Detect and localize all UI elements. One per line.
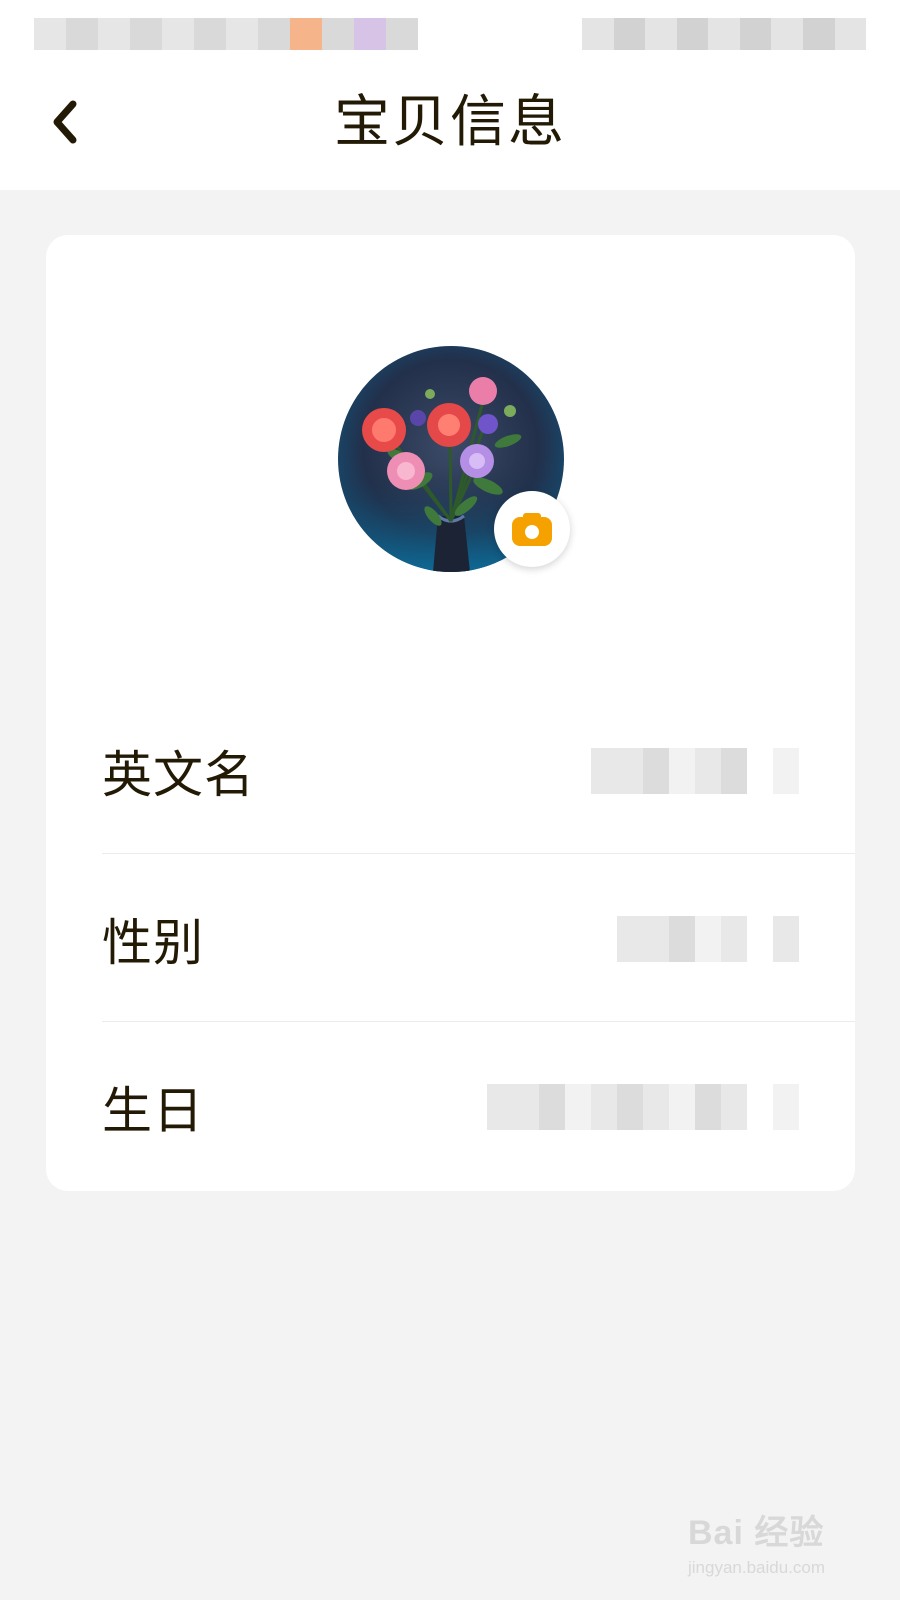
watermark-logo-text: Bai 经验 [688,1514,825,1552]
status-bar [0,0,900,70]
profile-card: 英文名 性别 生日 [46,235,855,1191]
field-row-gender[interactable]: 性别 [102,855,855,1023]
divider [102,1021,855,1022]
field-row-english-name[interactable]: 英文名 [102,687,855,855]
field-label-birthday: 生日 [102,1082,204,1140]
field-value-gender-blurred [617,916,799,962]
nav-bar: 宝贝信息 [0,70,900,190]
avatar-button[interactable] [338,346,570,572]
change-avatar-camera-button[interactable] [494,491,570,567]
field-row-birthday[interactable]: 生日 [102,1023,855,1191]
watermark-url: jingyan.baidu.com [688,1558,826,1577]
status-bar-left-blurred [34,18,434,50]
baidu-jingyan-watermark: Bai 经验 jingyan.baidu.com [688,1505,868,1585]
camera-icon [512,513,552,546]
field-label-english-name: 英文名 [102,746,255,804]
field-value-birthday-blurred [487,1084,799,1130]
status-bar-right-blurred [582,18,867,50]
divider [102,853,855,854]
field-value-english-name-blurred [591,748,799,794]
field-label-gender: 性别 [102,914,204,972]
page-title: 宝贝信息 [334,90,566,155]
